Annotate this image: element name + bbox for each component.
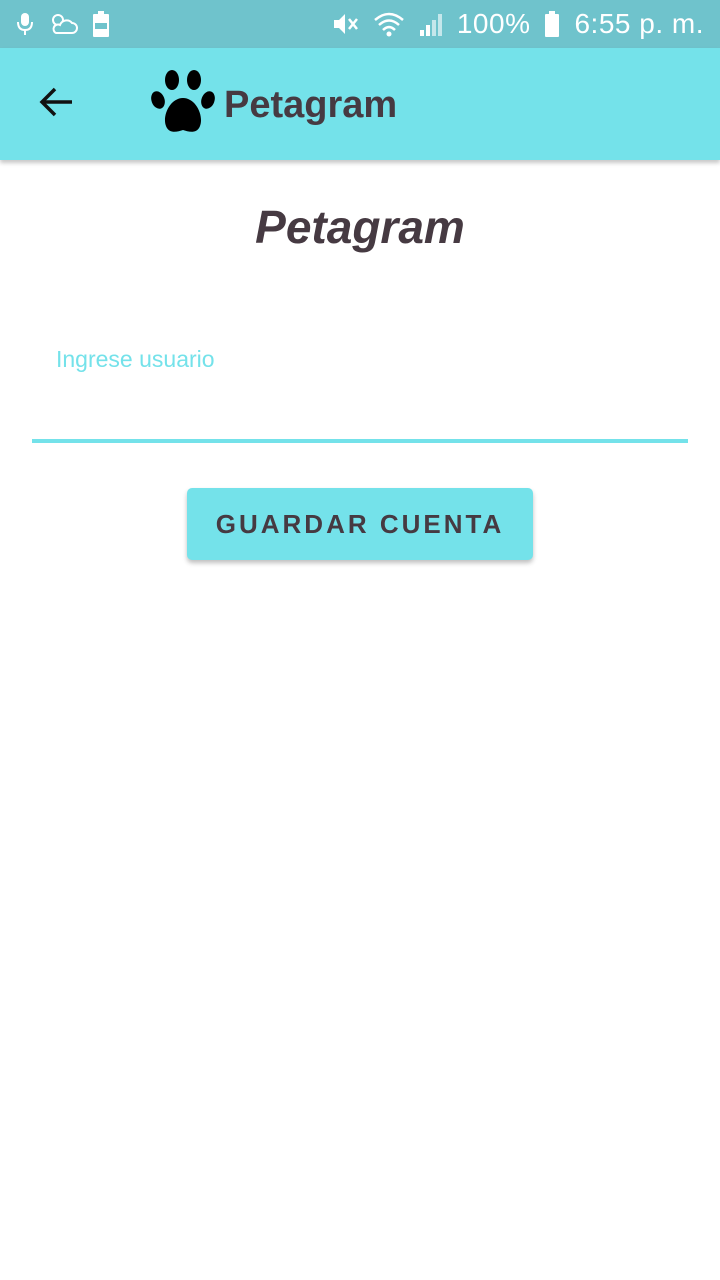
app-bar-title: Petagram: [224, 84, 398, 126]
microphone-icon: [16, 11, 34, 37]
status-bar-right: 100% 6:55 p. m.: [331, 8, 704, 40]
battery-icon: [544, 10, 560, 38]
battery-percent: 100%: [456, 8, 531, 39]
clock: 6:55 p. m.: [574, 8, 704, 39]
wifi-icon: [373, 11, 405, 37]
back-button[interactable]: [26, 76, 86, 132]
weather-cloud-icon: [48, 11, 78, 37]
battery-100-notification-icon: [92, 10, 110, 38]
signal-icon: [419, 11, 443, 37]
status-bar: 100% 6:55 p. m.: [0, 0, 720, 48]
screen: 100% 6:55 p. m. Petagram Petagram Ingres…: [0, 0, 720, 1280]
arrow-back-icon: [38, 86, 74, 123]
paw-icon: [150, 68, 216, 138]
vibrate-mute-icon: [331, 10, 359, 38]
page-title: Petagram: [255, 201, 465, 253]
status-bar-left: [16, 10, 110, 38]
username-input-underline: [32, 439, 688, 443]
app-bar: Petagram: [0, 48, 720, 160]
username-field-label: Ingrese usuario: [56, 346, 215, 372]
save-account-button[interactable]: GUARDAR CUENTA: [187, 488, 533, 560]
username-input[interactable]: [32, 378, 688, 438]
